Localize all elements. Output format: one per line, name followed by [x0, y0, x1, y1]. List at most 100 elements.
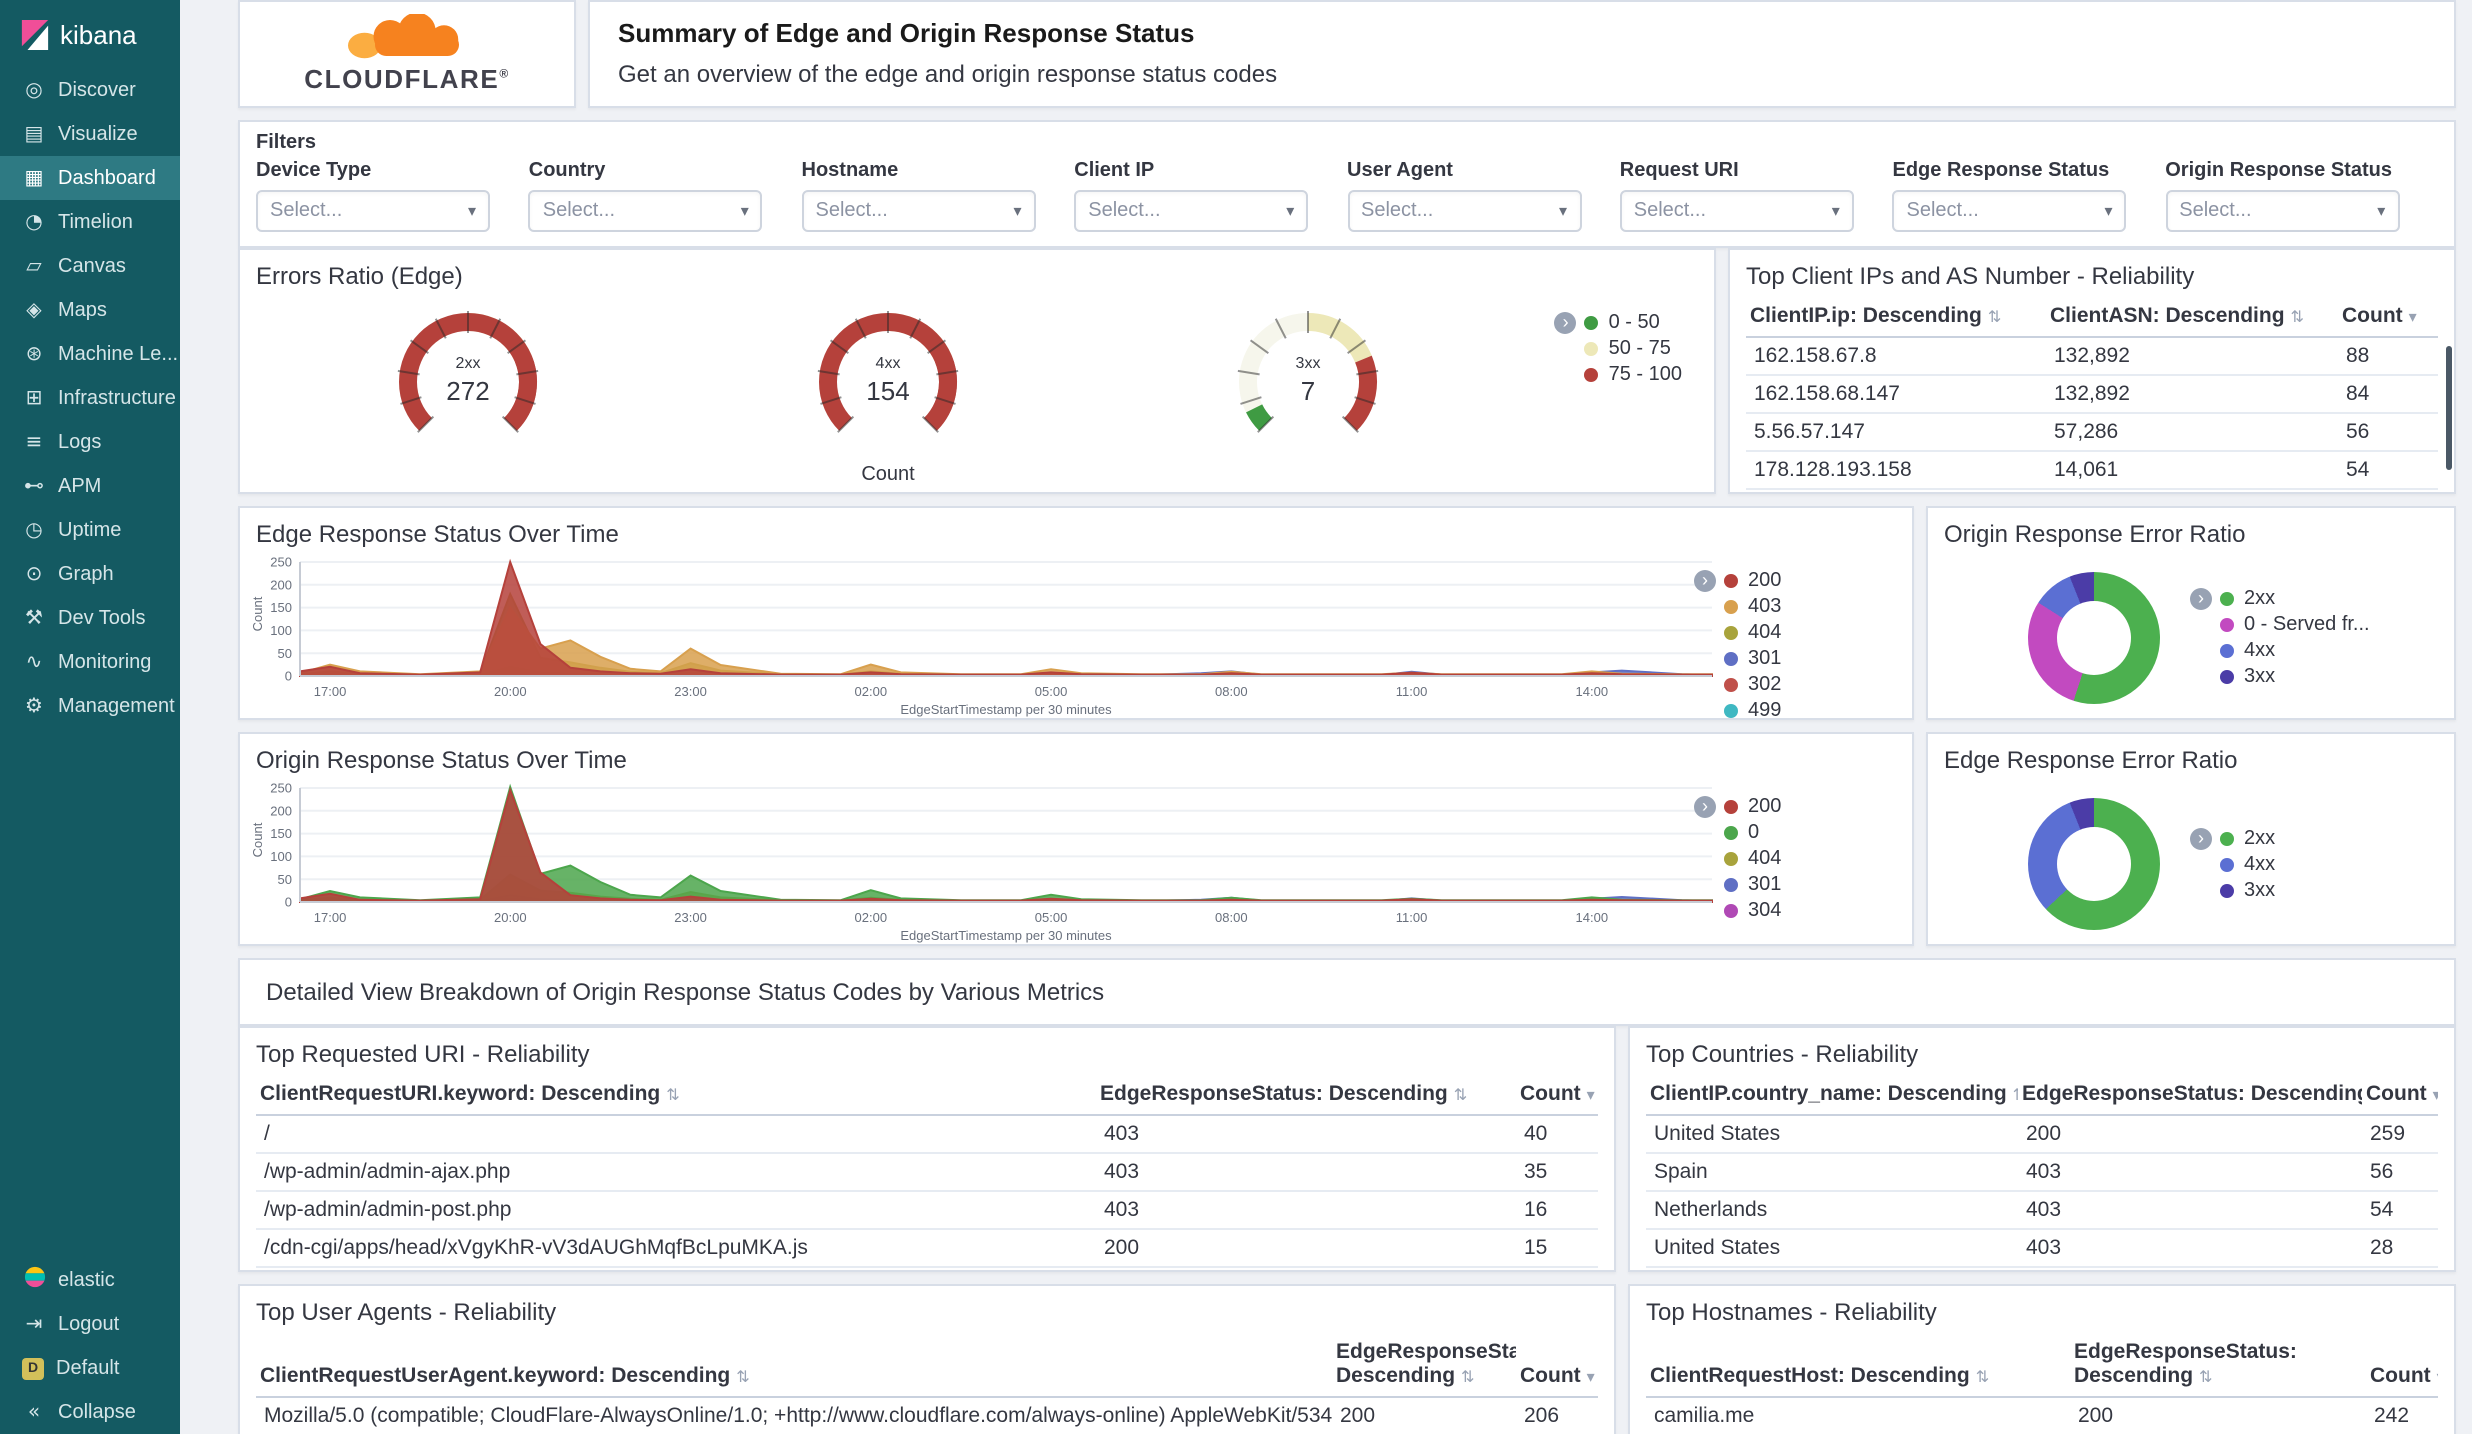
timelion-icon: ◔ — [25, 211, 43, 233]
column-header[interactable]: ClientRequestURI.keyword: Descending ⇅ — [256, 1076, 1096, 1116]
svg-text:17:00: 17:00 — [314, 684, 347, 699]
origin-error-ratio-donut[interactable] — [2028, 572, 2160, 704]
column-header[interactable]: Count▾ — [2338, 298, 2438, 338]
sidebar-item-visualize[interactable]: ▤ Visualize — [0, 112, 180, 156]
sidebar-item-timelion[interactable]: ◔ Timelion — [0, 200, 180, 244]
sidebar-item-logs[interactable]: ≡ Logs — [0, 420, 180, 464]
column-header[interactable]: EdgeResponseStatus: Descending⇅ — [2018, 1076, 2362, 1116]
column-header[interactable]: Count▾ — [2362, 1076, 2438, 1116]
sidebar-item-discover[interactable]: ◎ Discover — [0, 68, 180, 112]
legend-toggle-icon[interactable]: › — [1694, 796, 1716, 818]
filter-client-ip: Client IP Select... ▾ — [1074, 160, 1347, 232]
cell: 200 — [2070, 1397, 2366, 1434]
kibana-logo-icon — [21, 20, 49, 50]
legend-item[interactable]: 404 — [1724, 620, 1896, 646]
hostname-select[interactable]: Select... ▾ — [801, 190, 1036, 232]
scrollbar-thumb[interactable] — [2446, 346, 2452, 470]
sidebar-item-label: Management — [58, 695, 175, 717]
sidebar-item-dashboard[interactable]: ▦ Dashboard — [0, 156, 180, 200]
device-type-select[interactable]: Select... ▾ — [256, 190, 490, 232]
legend-item[interactable]: 499 — [1724, 698, 1896, 718]
sidebar-item-default-space[interactable]: D Default — [0, 1346, 180, 1390]
panel-title: Top Hostnames - Reliability — [1646, 1298, 1937, 1326]
filter-label: Origin Response Status — [2165, 160, 2392, 182]
legend-dot — [1724, 600, 1738, 614]
legend-toggle-icon[interactable]: › — [1694, 570, 1716, 592]
sidebar-item-collapse[interactable]: « Collapse — [0, 1390, 180, 1434]
table-header-row: ClientRequestHost: Descending ⇅ EdgeRespo… — [1646, 1334, 2438, 1399]
column-header[interactable]: EdgeResponseStatus: Descending⇅ — [2070, 1334, 2366, 1399]
country-select[interactable]: Select... ▾ — [528, 190, 763, 232]
legend-toggle-icon[interactable]: › — [2190, 827, 2212, 849]
legend-item[interactable]: 0 — [1724, 820, 1896, 846]
legend-item[interactable]: 404 — [1724, 846, 1896, 872]
sidebar-item-label: Maps — [58, 299, 107, 321]
maps-icon: ◈ — [26, 299, 42, 321]
gauges: 2xx 272 4xx 154 Count 3xx 7 — [384, 294, 1714, 486]
filter-label: Hostname — [801, 160, 899, 182]
cell: 56 — [2362, 1153, 2438, 1192]
legend-item[interactable]: 301 — [1724, 646, 1896, 672]
sidebar-item-graph[interactable]: ⊙ Graph — [0, 552, 180, 596]
origin-response-status-select[interactable]: Select... ▾ — [2165, 190, 2400, 232]
legend-item[interactable]: 200 — [1724, 568, 1896, 594]
legend-item[interactable]: 2xx — [2220, 586, 2370, 612]
sidebar-item-apm[interactable]: ⊷ APM — [0, 464, 180, 508]
donut-legend: › 2xx 0 - Served fr... 4xx 3xx — [2190, 586, 2370, 690]
column-header[interactable]: ClientIP.country_name: Descending⇅ — [1646, 1076, 2018, 1116]
column-header[interactable]: Count▾ — [2366, 1334, 2438, 1399]
management-icon: ⚙ — [25, 695, 43, 717]
column-header[interactable]: ClientASN: Descending ⇅ — [2046, 298, 2338, 338]
legend-item[interactable]: 75 - 100 — [1584, 362, 1682, 388]
cell: 403 — [1096, 1153, 1516, 1192]
legend-item[interactable]: 4xx — [2220, 851, 2275, 877]
sidebar-item-uptime[interactable]: ◷ Uptime — [0, 508, 180, 552]
kibana-home-link[interactable]: kibana — [0, 0, 180, 68]
svg-text:11:00: 11:00 — [1396, 910, 1428, 925]
countries-table: ClientIP.country_name: Descending⇅ EdgeR… — [1646, 1076, 2438, 1268]
sidebar-item-monitoring[interactable]: ∿ Monitoring — [0, 640, 180, 684]
sidebar-item-canvas[interactable]: ▱ Canvas — [0, 244, 180, 288]
user-agent-select[interactable]: Select... ▾ — [1347, 190, 1581, 232]
sidebar-item-dev-tools[interactable]: ⚒ Dev Tools — [0, 596, 180, 640]
column-header[interactable]: ClientIP.ip: Descending ⇅ — [1746, 298, 2046, 338]
legend-item[interactable]: 2xx — [2220, 825, 2275, 851]
legend-item[interactable]: 403 — [1724, 594, 1896, 620]
sidebar-item-machine-learning[interactable]: ⊛ Machine Le... — [0, 332, 180, 376]
request-uri-select[interactable]: Select... ▾ — [1619, 190, 1854, 232]
edge-response-status-select[interactable]: Select... ▾ — [1892, 190, 2127, 232]
column-header[interactable]: Count▾ — [1516, 1334, 1598, 1399]
column-header[interactable]: Count▾ — [1516, 1076, 1598, 1116]
edge-error-ratio-donut[interactable] — [2028, 798, 2160, 930]
legend-item[interactable]: 0 - 50 — [1584, 310, 1682, 336]
legend-toggle-icon[interactable]: › — [2190, 588, 2212, 610]
sidebar-item-infrastructure[interactable]: ⊞ Infrastructure — [0, 376, 180, 420]
sidebar-item-management[interactable]: ⚙ Management — [0, 684, 180, 728]
svg-text:EdgeStartTimestamp per 30 minu: EdgeStartTimestamp per 30 minutes — [900, 928, 1112, 943]
sidebar-item-maps[interactable]: ◈ Maps — [0, 288, 180, 332]
cell: 206 — [1516, 1397, 1598, 1434]
legend-dot — [1724, 652, 1738, 666]
column-header[interactable]: EdgeResponseStatus: Descending⇅ — [1332, 1334, 1516, 1399]
legend-item[interactable]: 302 — [1724, 672, 1896, 698]
cell: 132,892 — [2046, 337, 2338, 376]
markdown-text: Detailed View Breakdown of Origin Respon… — [266, 978, 1105, 1006]
client-ip-select[interactable]: Select... ▾ — [1074, 190, 1309, 232]
legend-item[interactable]: 50 - 75 — [1584, 336, 1682, 362]
sidebar-item-elastic[interactable]: elastic — [0, 1258, 180, 1302]
legend-item[interactable]: 3xx — [2220, 877, 2275, 903]
table-header-row: ClientIP.country_name: Descending⇅ EdgeR… — [1646, 1076, 2438, 1116]
edge-response-time-chart[interactable]: 0 50 100 150 200 250 17:00 20:00 23:00 02:00 05:00… — [248, 552, 1724, 718]
sidebar-item-logout[interactable]: ⇥ Logout — [0, 1302, 180, 1346]
dashboard-content: CLOUDFLARE® Summary of Edge and Origin R… — [180, 0, 2472, 1434]
legend-item[interactable]: 0 - Served fr... — [2220, 612, 2370, 638]
legend-item[interactable]: 301 — [1724, 872, 1896, 898]
legend-item[interactable]: 3xx — [2220, 664, 2370, 690]
legend-item[interactable]: 200 — [1724, 794, 1896, 820]
legend-item[interactable]: 4xx — [2220, 638, 2370, 664]
origin-response-time-chart[interactable]: 0 50 100 150 200 250 17:00 20:00 23:00 02:00 05:00… — [248, 778, 1724, 944]
column-header[interactable]: ClientRequestHost: Descending ⇅ — [1646, 1334, 2070, 1399]
column-header[interactable]: ClientRequestUserAgent.keyword: Descendi… — [256, 1334, 1332, 1399]
column-header[interactable]: EdgeResponseStatus: Descending⇅ — [1096, 1076, 1516, 1116]
legend-item[interactable]: 304 — [1724, 898, 1896, 924]
